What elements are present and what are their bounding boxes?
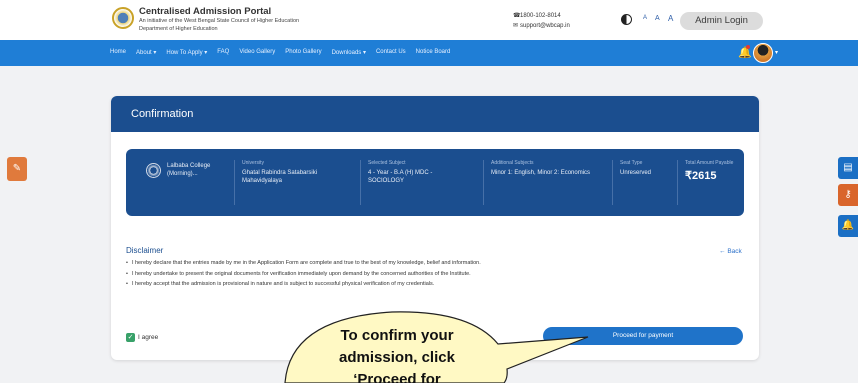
phone-icon: ☎ (513, 13, 521, 19)
callout-text: To confirm your admission, click ‘Procee… (302, 325, 492, 383)
nav-item-photo-gallery[interactable]: Photo Gallery (285, 49, 321, 56)
callout-line-1: To confirm your (340, 327, 454, 344)
proceed-for-payment-button[interactable]: Proceed for payment (543, 327, 743, 345)
list-item: I hereby declare that the entries made b… (126, 258, 481, 269)
contrast-icon[interactable] (621, 14, 632, 25)
portal-logo[interactable] (112, 7, 134, 29)
amount-label: Total Amount Payable (685, 160, 734, 166)
id-card-icon[interactable]: ▤ (838, 157, 858, 179)
nav-items: Home About ▾ How To Apply ▾ FAQ Video Ga… (110, 49, 450, 56)
key-icon[interactable]: ⚷ (838, 184, 858, 206)
additional-subjects-label: Additional Subjects (491, 160, 534, 166)
disclaimer-list: I hereby declare that the entries made b… (126, 258, 481, 290)
agree-label: I agree (138, 334, 159, 341)
subject-value: 4 - Year - B.A (H) MDC - SOCIOLOGY (368, 170, 433, 184)
portal-title: Centralised Admission Portal (139, 6, 272, 17)
avatar[interactable] (753, 43, 773, 63)
seat-type-value: Unreserved (620, 170, 652, 176)
college-logo-icon (146, 163, 161, 178)
nav-item-contact-us[interactable]: Contact Us (376, 49, 406, 56)
chevron-down-icon[interactable]: ▾ (775, 49, 778, 56)
check-icon: ✓ (127, 334, 134, 341)
additional-subjects-column: Additional Subjects Minor 1: English, Mi… (483, 160, 603, 205)
card-header: Confirmation (111, 96, 759, 132)
nav-item-about[interactable]: About ▾ (136, 49, 156, 56)
nav-item-home[interactable]: Home (110, 49, 126, 56)
list-item: I hereby undertake to present the origin… (126, 269, 481, 280)
font-large-button[interactable]: A (668, 14, 673, 23)
nav-item-notice-board[interactable]: Notice Board (416, 49, 451, 56)
portal-department: Department of Higher Education (139, 26, 218, 32)
disclaimer-title: Disclaimer (126, 246, 164, 255)
contact-info: ☎1800-102-8014 ✉ support@wbcap.in (513, 11, 570, 31)
portal-subtitle: An initiative of the West Bengal State C… (139, 18, 300, 24)
seat-type-column: Seat Type Unreserved (612, 160, 662, 205)
additional-subjects-value: Minor 1: English, Minor 2: Economics (491, 170, 591, 176)
college-name: Lalbaba College (Morning)... (167, 163, 211, 177)
nav-item-downloads[interactable]: Downloads ▾ (332, 49, 366, 56)
support-email[interactable]: support@wbcap.in (520, 23, 570, 29)
font-small-button[interactable]: A (643, 15, 647, 21)
amount-value: ₹2615 (685, 170, 717, 182)
back-link[interactable]: ← Back (719, 248, 742, 255)
admin-login-button[interactable]: Admin Login (680, 12, 763, 30)
callout-line-3: ‘Proceed for (353, 371, 441, 383)
notification-dot (746, 45, 750, 49)
agree-checkbox[interactable]: ✓ (126, 333, 135, 342)
feedback-icon[interactable]: ✎ (7, 157, 27, 181)
university-label: University (242, 160, 264, 166)
main-nav: Home About ▾ How To Apply ▾ FAQ Video Ga… (0, 40, 858, 66)
page-title: Confirmation (131, 108, 194, 120)
nav-item-faq[interactable]: FAQ (217, 49, 229, 56)
amount-column: Total Amount Payable ₹2615 (677, 160, 737, 205)
university-value: Ghatal Rabindra Satabarsiki Mahavidyalay… (242, 170, 318, 184)
header: Centralised Admission Portal An initiati… (0, 0, 858, 40)
list-item: I hereby accept that the admission is pr… (126, 279, 481, 290)
subject-label: Selected Subject (368, 160, 406, 166)
back-label: Back (727, 248, 742, 255)
confirmation-card: Confirmation Lalbaba College (Morning)..… (111, 96, 759, 360)
font-medium-button[interactable]: A (655, 15, 660, 22)
seat-type-label: Seat Type (620, 160, 643, 166)
subject-column: Selected Subject 4 - Year - B.A (H) MDC … (360, 160, 470, 205)
admission-summary: Lalbaba College (Morning)... University … (126, 149, 744, 216)
phone-number[interactable]: 1800-102-8014 (520, 13, 561, 19)
callout-line-2: admission, click (339, 349, 455, 366)
notification-icon[interactable]: 🔔 (838, 215, 858, 237)
mail-icon: ✉ (513, 23, 519, 29)
nav-item-how-to-apply[interactable]: How To Apply ▾ (166, 49, 207, 56)
nav-item-video-gallery[interactable]: Video Gallery (239, 49, 275, 56)
university-column: University Ghatal Rabindra Satabarsiki M… (234, 160, 339, 205)
